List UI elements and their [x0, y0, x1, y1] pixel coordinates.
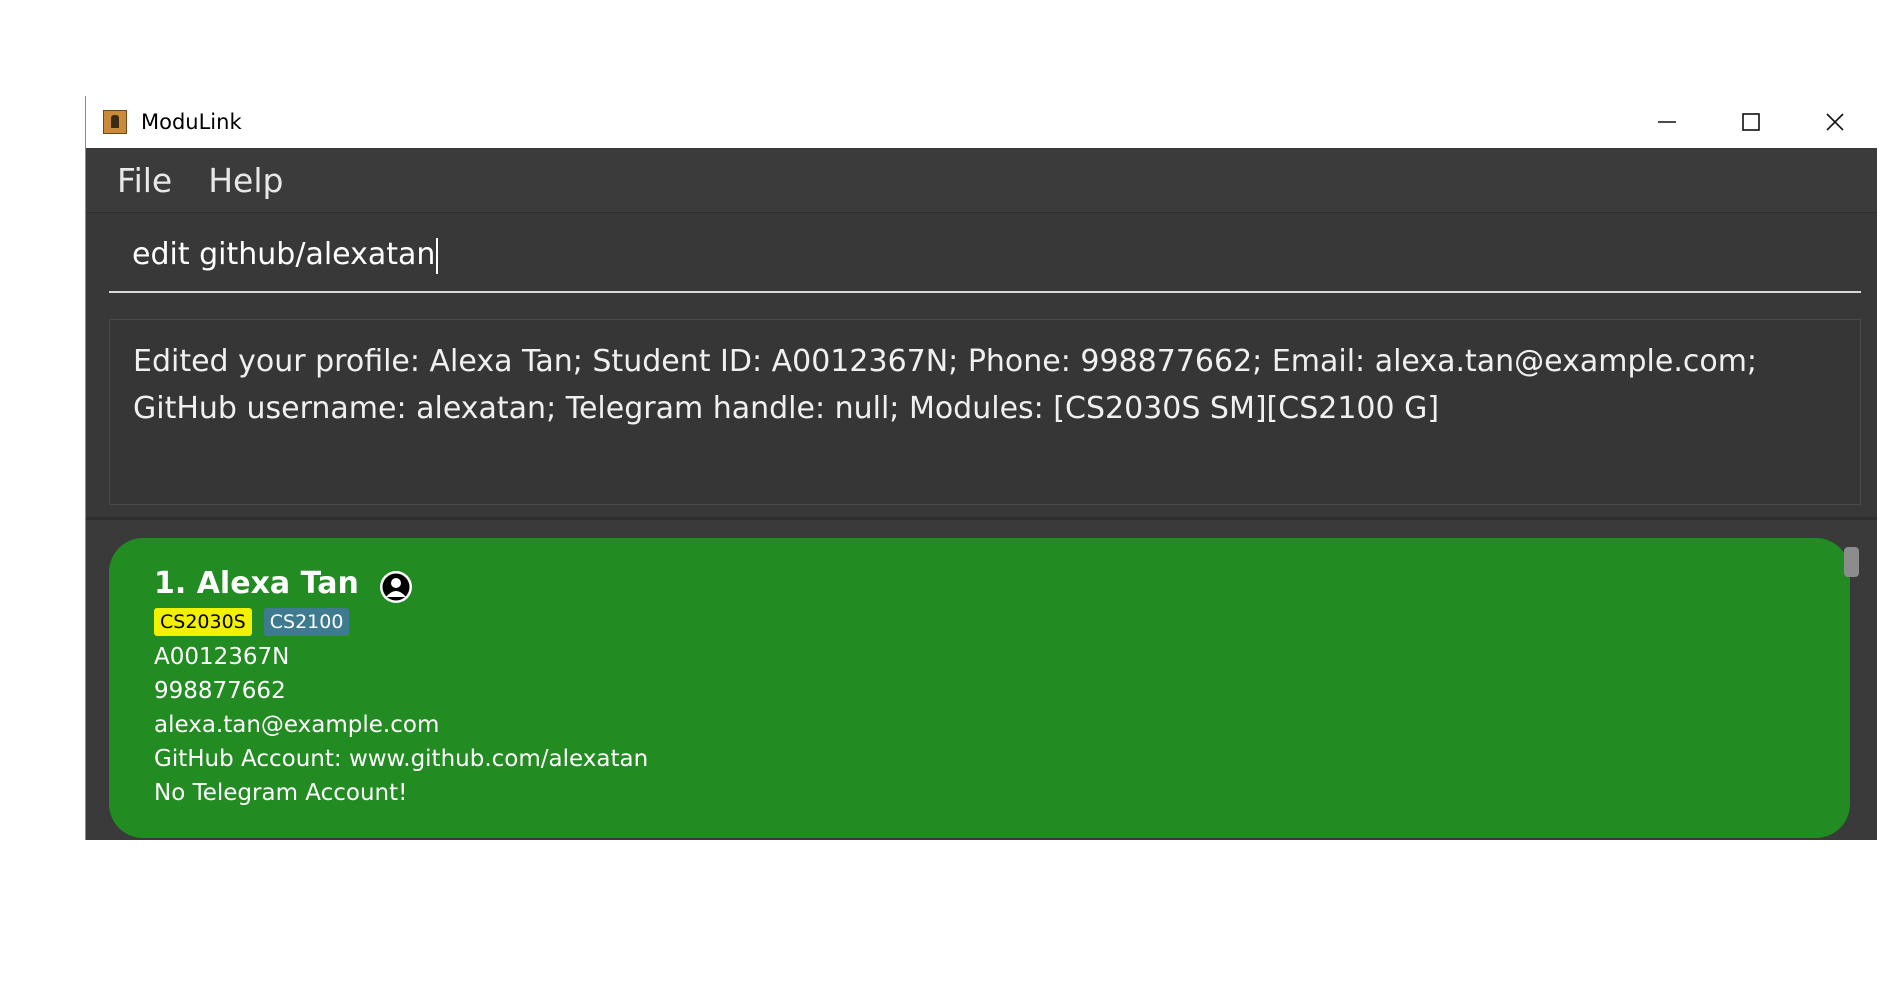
phone-number: 998877662: [154, 678, 286, 704]
github-account: GitHub Account: www.github.com/alexatan: [154, 746, 649, 772]
main-panel: edit github/alexatan Edited your profile…: [86, 213, 1877, 840]
email: alexa.tan@example.com: [154, 712, 440, 738]
menu-file[interactable]: File: [117, 161, 172, 200]
command-box[interactable]: edit github/alexatan: [109, 233, 1861, 293]
window-title: ModuLink: [141, 110, 242, 134]
command-input[interactable]: edit github/alexatan: [132, 237, 439, 274]
command-text: edit github/alexatan: [132, 237, 436, 272]
person-card[interactable]: 1. Alexa Tan CS2030S CS2100 A0012367N 99…: [109, 538, 1850, 838]
maximize-button[interactable]: [1709, 96, 1793, 148]
telegram-account: No Telegram Account!: [154, 780, 408, 806]
text-caret: [436, 237, 439, 274]
menu-help[interactable]: Help: [208, 161, 283, 200]
minimize-button[interactable]: [1625, 96, 1709, 148]
result-display[interactable]: Edited your profile: Alexa Tan; Student …: [109, 319, 1861, 505]
window-controls: [1625, 96, 1877, 148]
title-bar[interactable]: ModuLink: [86, 96, 1877, 148]
minimize-icon: [1658, 121, 1676, 123]
menu-bar: File Help: [86, 148, 1877, 213]
app-window: ModuLink File Help edit github/alexatan …: [85, 96, 1877, 840]
app-icon: [103, 110, 127, 134]
person-list[interactable]: 1. Alexa Tan CS2030S CS2100 A0012367N 99…: [86, 520, 1877, 840]
scrollbar-thumb[interactable]: [1844, 547, 1859, 577]
user-profile-icon: [380, 571, 412, 603]
module-tag: CS2100: [263, 608, 350, 636]
maximize-icon: [1742, 113, 1760, 131]
module-tags: CS2030S CS2100: [154, 608, 361, 636]
result-message: Edited your profile: Alexa Tan; Student …: [133, 344, 1758, 426]
student-id: A0012367N: [154, 644, 290, 670]
close-icon: [1826, 113, 1844, 131]
module-tag: CS2030S: [154, 608, 252, 636]
close-button[interactable]: [1793, 96, 1877, 148]
person-name: 1. Alexa Tan: [154, 566, 359, 601]
